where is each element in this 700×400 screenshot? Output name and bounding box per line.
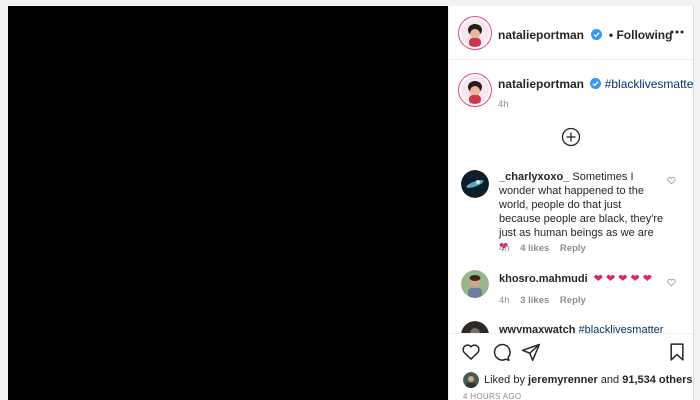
- follow-status[interactable]: • Following: [609, 28, 673, 42]
- caption-username[interactable]: natalieportman: [498, 77, 584, 91]
- comment-likes[interactable]: 3 likes: [520, 295, 549, 306]
- commenter-avatar[interactable]: [461, 270, 489, 298]
- verified-badge-icon: [590, 78, 602, 89]
- reply-button[interactable]: Reply: [560, 295, 586, 306]
- caption-avatar[interactable]: [461, 76, 489, 104]
- likes-middle: and: [597, 374, 623, 386]
- like-heart-icon[interactable]: [461, 342, 481, 362]
- comment-username[interactable]: _charlyxoxo_: [499, 171, 569, 183]
- likes-prefix: Liked by: [484, 374, 529, 386]
- verified-badge-icon: [591, 29, 603, 40]
- post-actions: Liked by jeremyrenner and 91,534 others …: [449, 333, 693, 400]
- liker-username[interactable]: jeremyrenner: [528, 374, 598, 386]
- author-avatar[interactable]: [461, 19, 489, 47]
- more-options-icon[interactable]: [669, 24, 685, 45]
- comment-likes[interactable]: 4 likes: [520, 243, 549, 254]
- load-more-comments-icon[interactable]: [561, 127, 581, 147]
- save-bookmark-icon[interactable]: [667, 342, 687, 362]
- post-side-panel: natalieportman • Following natalieportma…: [448, 6, 694, 400]
- commenter-avatar[interactable]: [461, 170, 489, 198]
- likes-others[interactable]: 91,534 others: [622, 374, 692, 386]
- likes-summary: Liked by jeremyrenner and 91,534 others: [484, 374, 693, 386]
- reply-button[interactable]: Reply: [560, 243, 586, 254]
- header-username[interactable]: natalieportman: [498, 28, 584, 42]
- comment-like-icon[interactable]: [667, 278, 676, 287]
- post-media[interactable]: [8, 6, 448, 400]
- comment-icon[interactable]: [491, 342, 511, 362]
- post-header: natalieportman • Following: [449, 6, 693, 60]
- liker-avatar[interactable]: [463, 372, 479, 388]
- comment-username[interactable]: khosro.mahmudi: [499, 273, 588, 285]
- caption-hashtag[interactable]: #blacklivesmatter: [605, 77, 693, 91]
- share-icon[interactable]: [521, 342, 541, 362]
- comment-time: 4h: [499, 295, 510, 306]
- caption-time: 4h: [498, 99, 509, 110]
- post-timestamp[interactable]: 4 HOURS AGO: [463, 392, 521, 400]
- comment-time: 4h: [499, 243, 510, 254]
- comment-like-icon[interactable]: [667, 176, 676, 185]
- comment-emoji: ❤ ❤ ❤ ❤ ❤: [593, 273, 652, 285]
